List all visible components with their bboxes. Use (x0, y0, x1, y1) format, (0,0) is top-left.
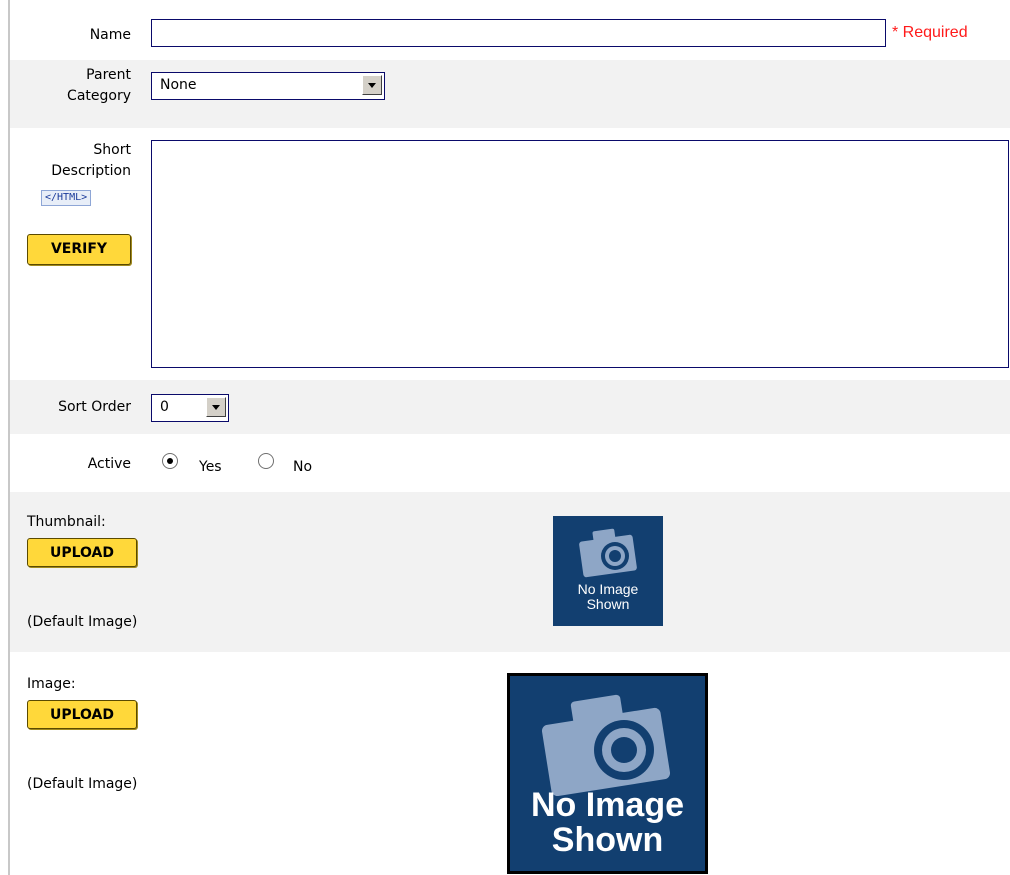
thumbnail-caption: No Image Shown (553, 582, 663, 612)
thumbnail-row: Thumbnail: UPLOAD (Default Image) No Ima… (10, 492, 1010, 652)
image-caption: No Image Shown (510, 788, 705, 858)
required-indicator: * Required (892, 24, 968, 41)
sort-order-row: Sort Order 0 (10, 380, 1010, 434)
short-description-label-line2: Description (51, 163, 131, 179)
active-yes-radio[interactable] (162, 453, 178, 469)
active-no-radio[interactable] (258, 453, 274, 469)
image-upload-button[interactable]: UPLOAD (27, 700, 137, 729)
parent-category-label-line1: Parent (86, 67, 131, 83)
html-badge[interactable]: </HTML> (41, 190, 92, 206)
camera-icon (541, 694, 671, 796)
sort-order-label: Sort Order (58, 399, 131, 415)
name-row: Name * Required (10, 10, 1010, 60)
parent-category-row: Parent Category None (10, 60, 1010, 128)
parent-category-selected: None (160, 77, 197, 93)
parent-category-label-line2: Category (67, 88, 131, 104)
chevron-down-icon[interactable] (206, 397, 226, 417)
name-input[interactable] (151, 19, 886, 47)
image-preview: No Image Shown (507, 673, 708, 874)
active-yes-label: Yes (199, 459, 222, 475)
active-no-label: No (293, 459, 313, 475)
active-row: Active Yes No (10, 434, 1010, 492)
image-label: Image: (27, 676, 76, 692)
short-description-textarea[interactable] (151, 140, 1009, 368)
image-caption-line2: Shown (551, 821, 664, 859)
image-row: Image: UPLOAD (Default Image) No Image S… (10, 652, 1010, 875)
parent-category-label: Parent Category (10, 65, 131, 107)
thumbnail-image: No Image Shown (553, 516, 663, 626)
parent-category-select[interactable]: None (151, 72, 385, 100)
thumbnail-upload-button[interactable]: UPLOAD (27, 538, 137, 567)
image-caption-line1: No Image (530, 786, 685, 824)
verify-button[interactable]: VERIFY (27, 234, 131, 265)
image-default-text: (Default Image) (27, 776, 138, 792)
thumbnail-default-text: (Default Image) (27, 614, 138, 630)
short-description-label-line1: Short (93, 142, 131, 158)
sort-order-select[interactable]: 0 (151, 394, 229, 422)
thumbnail-caption-line2: Shown (586, 596, 630, 612)
short-description-row: Short Description </HTML> VERIFY (10, 128, 1010, 380)
thumbnail-label: Thumbnail: (27, 514, 106, 530)
thumbnail-caption-line1: No Image (577, 581, 639, 597)
sort-order-selected: 0 (160, 399, 169, 415)
active-label: Active (87, 456, 131, 472)
camera-icon (579, 528, 637, 578)
chevron-down-icon[interactable] (362, 75, 382, 95)
name-label: Name (89, 27, 131, 43)
short-description-label: Short Description (10, 140, 131, 182)
